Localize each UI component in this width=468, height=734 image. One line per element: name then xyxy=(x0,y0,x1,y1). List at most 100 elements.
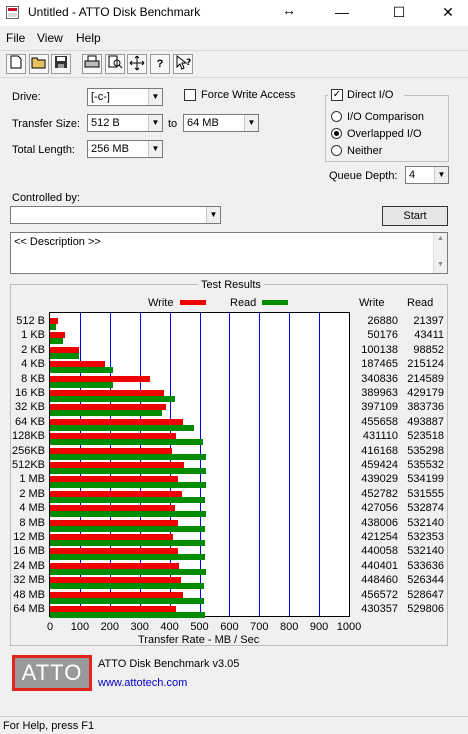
read-bar xyxy=(50,381,113,388)
menu-file[interactable]: File xyxy=(6,31,25,45)
minimize-button[interactable]: — xyxy=(327,1,357,23)
transfer-size-label: 8 MB xyxy=(19,516,45,529)
help-icon[interactable]: ? xyxy=(150,54,170,74)
read-value: 532140 xyxy=(407,516,444,529)
read-bar xyxy=(50,453,207,460)
legend-read-swatch xyxy=(262,300,288,305)
gridline xyxy=(229,313,230,616)
scroll-down-icon[interactable]: ▼ xyxy=(437,261,444,268)
neither-label: Neither xyxy=(347,145,383,157)
controlled-by-select[interactable]: ▼ xyxy=(10,206,221,224)
print-icon[interactable] xyxy=(82,54,102,74)
chevron-down-icon: ▼ xyxy=(244,115,258,131)
transfer-size-label: 512 B xyxy=(16,315,45,327)
queue-depth-value: 4 xyxy=(409,169,416,181)
transfer-size-label: 8 KB xyxy=(21,372,45,385)
direct-io-label: Direct I/O xyxy=(347,89,394,101)
close-button[interactable]: ✕ xyxy=(433,1,463,23)
read-value: 383736 xyxy=(407,401,444,414)
read-value: 214589 xyxy=(407,372,444,385)
read-value: 43411 xyxy=(414,329,444,342)
x-tick-label: 800 xyxy=(280,621,299,633)
total-length-label: Total Length: xyxy=(12,144,75,156)
force-write-checkbox[interactable] xyxy=(184,89,196,101)
write-value: 430357 xyxy=(361,603,398,615)
transfer-size-to-select[interactable]: 64 MB ▼ xyxy=(183,114,259,132)
maximize-button[interactable]: ☐ xyxy=(384,1,414,23)
x-tick-label: 300 xyxy=(130,621,149,633)
open-folder-icon[interactable] xyxy=(29,54,49,74)
transfer-size-label: 128KB xyxy=(11,430,45,443)
transfer-size-label: 256KB xyxy=(11,444,45,457)
menu-help[interactable]: Help xyxy=(76,31,101,45)
queue-depth-select[interactable]: 4 ▼ xyxy=(405,166,449,184)
read-bar xyxy=(50,525,206,532)
start-button[interactable]: Start xyxy=(382,206,448,226)
read-bar xyxy=(50,410,163,417)
chevron-down-icon: ▼ xyxy=(148,115,162,131)
menu-view[interactable]: View xyxy=(37,31,63,45)
x-tick-label: 900 xyxy=(309,621,329,633)
read-value: 429179 xyxy=(407,387,444,399)
drive-value: [-c-] xyxy=(91,91,110,103)
io-comparison-label: I/O Comparison xyxy=(347,111,425,123)
write-value: 448460 xyxy=(361,574,398,587)
direct-io-checkbox[interactable]: ✓ xyxy=(331,89,343,101)
read-bar xyxy=(50,468,207,474)
neither-radio[interactable] xyxy=(331,145,342,156)
scroll-up-icon[interactable]: ▲ xyxy=(437,235,444,242)
transfer-from-value: 512 B xyxy=(91,117,120,129)
write-value: 389963 xyxy=(361,387,398,399)
move-icon[interactable] xyxy=(127,54,147,74)
read-bar xyxy=(50,338,63,345)
transfer-size-label: 24 MB xyxy=(13,559,45,572)
read-value: 21397 xyxy=(413,315,444,327)
gridline xyxy=(259,313,260,616)
transfer-size-label: 64 KB xyxy=(15,415,45,428)
description-textarea[interactable]: << Description >> ▲ ▼ xyxy=(10,232,448,274)
read-value: 532140 xyxy=(407,545,444,558)
io-comparison-radio[interactable] xyxy=(331,111,342,122)
chart-plot-area xyxy=(49,312,350,618)
write-value: 187465 xyxy=(361,358,398,371)
overlapped-io-label: Overlapped I/O xyxy=(347,128,422,140)
write-value: 440058 xyxy=(361,545,398,558)
write-value: 421254 xyxy=(361,531,398,543)
context-help-icon[interactable]: ? xyxy=(173,54,193,74)
read-value: 523518 xyxy=(407,430,444,443)
save-icon[interactable] xyxy=(51,54,71,74)
overlapped-io-radio[interactable] xyxy=(331,128,342,139)
read-bar xyxy=(50,554,206,561)
x-tick-label: 0 xyxy=(46,621,54,633)
move-cursor-icon: ↔ xyxy=(282,2,296,18)
chevron-down-icon: ▼ xyxy=(206,207,220,223)
drive-select[interactable]: [-c-] ▼ xyxy=(87,88,163,106)
toolbar: ? ? xyxy=(0,50,468,78)
x-axis-label: Transfer Rate - MB / Sec xyxy=(138,634,260,646)
read-value: 535298 xyxy=(407,444,444,457)
website-link[interactable]: www.attotech.com xyxy=(98,677,187,689)
new-file-icon[interactable] xyxy=(6,54,26,74)
transfer-size-label: 12 MB xyxy=(13,531,45,543)
x-tick-label: 1000 xyxy=(336,621,362,633)
transfer-size-label: 4 KB xyxy=(21,358,45,371)
total-length-select[interactable]: 256 MB ▼ xyxy=(87,140,163,158)
controlled-by-label: Controlled by: xyxy=(12,192,80,204)
read-bar xyxy=(50,482,206,489)
transfer-size-label: 2 MB xyxy=(19,487,45,500)
transfer-size-label: 1 MB xyxy=(19,473,45,486)
transfer-size-from-select[interactable]: 512 B ▼ xyxy=(87,114,163,132)
read-bar xyxy=(50,583,204,590)
scrollbar[interactable]: ▲ ▼ xyxy=(433,233,447,273)
write-value: 431110 xyxy=(362,430,398,443)
svg-text:?: ? xyxy=(186,58,191,68)
write-value: 452782 xyxy=(361,487,398,500)
app-icon xyxy=(6,6,19,19)
print-preview-icon[interactable] xyxy=(105,54,125,74)
transfer-size-label: 32 MB xyxy=(13,574,45,587)
chevron-down-icon: ▼ xyxy=(148,89,162,105)
product-name: ATTO Disk Benchmark v3.05 xyxy=(98,658,240,670)
write-value: 439029 xyxy=(361,473,398,486)
read-bar xyxy=(50,597,205,604)
title-bar: Untitled - ATTO Disk Benchmark ↔ — ☐ ✕ xyxy=(0,0,468,26)
